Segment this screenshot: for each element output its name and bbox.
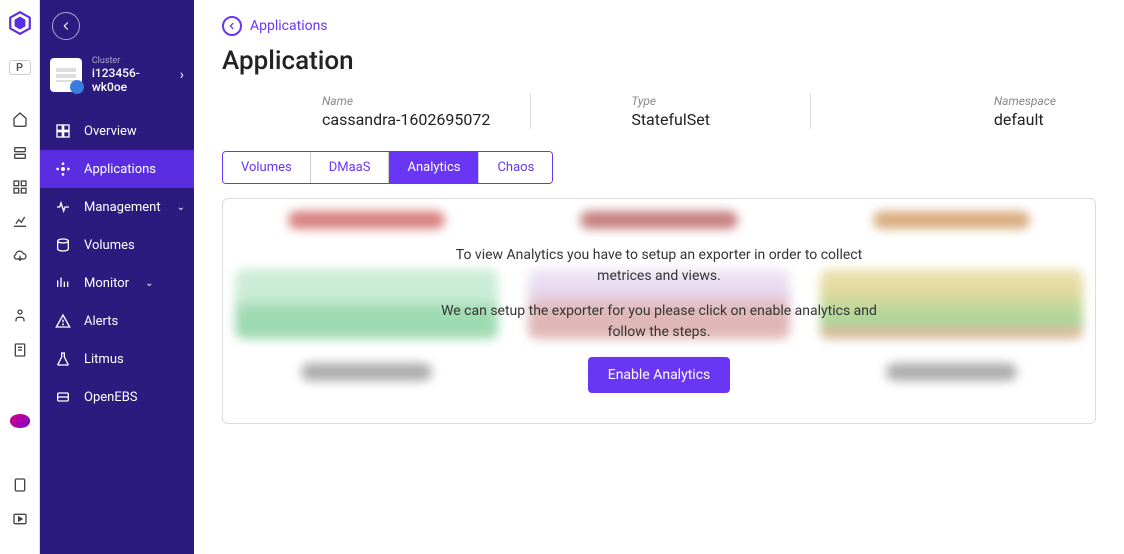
grid-icon	[54, 122, 72, 140]
tab-analytics[interactable]: Analytics	[389, 152, 479, 183]
sidebar-item-applications[interactable]: Applications	[40, 150, 194, 188]
back-circle-icon[interactable]	[222, 16, 242, 36]
alert-icon	[54, 312, 72, 330]
chart-icon[interactable]	[11, 213, 29, 229]
cloud-icon[interactable]	[11, 247, 29, 263]
breadcrumb-text: Applications	[250, 18, 328, 34]
back-icon[interactable]	[52, 12, 80, 40]
cluster-badge-icon	[70, 80, 84, 94]
breadcrumb[interactable]: Applications	[222, 16, 1096, 36]
cluster-selector[interactable]: Cluster i123456-wk0oe ›	[40, 48, 194, 102]
enable-analytics-button[interactable]: Enable Analytics	[588, 357, 731, 393]
sidebar-item-openebs[interactable]: OpenEBS	[40, 378, 194, 416]
sidebar-item-label: Alerts	[84, 314, 118, 329]
sidebar-item-label: Litmus	[84, 352, 124, 367]
org-icon[interactable]	[11, 308, 29, 324]
tabs: Volumes DMaaS Analytics Chaos	[222, 151, 553, 184]
play-icon[interactable]	[11, 511, 29, 527]
analytics-panel: To view Analytics you have to setup an e…	[222, 198, 1096, 424]
flask-icon	[54, 350, 72, 368]
cluster-icon	[50, 58, 82, 92]
doc-icon[interactable]	[11, 342, 29, 358]
analytics-msg1: To view Analytics you have to setup an e…	[429, 245, 889, 287]
home-icon[interactable]	[11, 111, 29, 127]
tab-chaos[interactable]: Chaos	[479, 152, 552, 183]
analytics-overlay: To view Analytics you have to setup an e…	[429, 245, 889, 393]
page-title: Application	[222, 46, 1096, 76]
chevron-down-icon: ⌄	[177, 202, 185, 213]
storage-icon[interactable]	[11, 145, 29, 161]
sidebar-item-label: Applications	[84, 162, 156, 177]
sidebar-item-label: Management	[84, 200, 161, 215]
app-meta: Name cassandra-1602695072 Type StatefulS…	[222, 94, 1096, 129]
sidebar-item-label: Volumes	[84, 238, 135, 253]
grid-icon[interactable]	[11, 179, 29, 195]
sidebar-item-label: OpenEBS	[84, 390, 138, 405]
left-rail: P	[0, 0, 40, 554]
sidebar-item-monitor[interactable]: Monitor ⌄	[40, 264, 194, 302]
meta-name-label: Name	[322, 94, 490, 108]
sidebar-item-alerts[interactable]: Alerts	[40, 302, 194, 340]
meta-name-value: cassandra-1602695072	[322, 110, 490, 129]
sidebar-item-label: Overview	[84, 124, 137, 139]
logo-icon[interactable]	[6, 10, 34, 36]
sidebar-item-label: Monitor	[84, 276, 129, 291]
tablet-icon[interactable]	[11, 477, 29, 493]
sidebar: Cluster i123456-wk0oe › Overview Applica…	[40, 0, 194, 554]
sidebar-item-management[interactable]: Management ⌄	[40, 188, 194, 226]
openebs-icon	[54, 388, 72, 406]
cluster-label: Cluster	[92, 56, 170, 66]
sidebar-item-litmus[interactable]: Litmus	[40, 340, 194, 378]
monitor-icon	[54, 274, 72, 292]
meta-ns-value: default	[994, 110, 1056, 129]
volumes-icon	[54, 236, 72, 254]
meta-type-value: StatefulSet	[631, 110, 710, 129]
tab-dmaas[interactable]: DMaaS	[311, 152, 390, 183]
analytics-msg2: We can setup the exporter for you please…	[429, 301, 889, 343]
project-badge[interactable]: P	[9, 60, 31, 75]
cluster-name: i123456-wk0oe	[92, 66, 170, 94]
sidebar-item-overview[interactable]: Overview	[40, 112, 194, 150]
management-icon	[54, 198, 72, 216]
main-content: Applications Application Name cassandra-…	[194, 0, 1124, 554]
tab-volumes[interactable]: Volumes	[223, 152, 311, 183]
chevron-down-icon: ⌄	[145, 278, 153, 289]
chevron-right-icon: ›	[180, 67, 184, 83]
sidebar-item-volumes[interactable]: Volumes	[40, 226, 194, 264]
avatar[interactable]	[10, 414, 30, 427]
meta-ns-label: Namespace	[994, 94, 1056, 108]
apps-icon	[54, 160, 72, 178]
meta-type-label: Type	[631, 94, 710, 108]
